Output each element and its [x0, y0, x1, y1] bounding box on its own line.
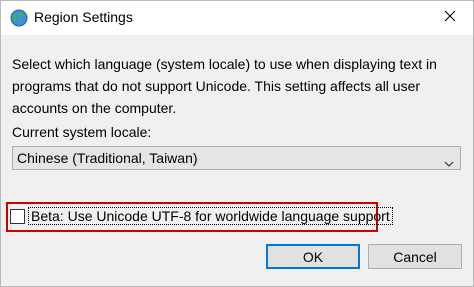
close-button[interactable]: [427, 1, 473, 35]
title-bar: Region Settings: [1, 1, 473, 35]
description-line-2: programs that do not support Unicode. Th…: [12, 78, 421, 94]
cancel-button[interactable]: Cancel: [368, 244, 462, 269]
chevron-down-icon: [444, 155, 454, 167]
close-icon: [444, 9, 456, 27]
system-locale-dropdown[interactable]: Chinese (Traditional, Taiwan): [12, 146, 461, 170]
dialog-body: Select which language (system locale) to…: [1, 35, 473, 286]
dialog-title: Region Settings: [34, 9, 133, 25]
selected-locale: Chinese (Traditional, Taiwan): [17, 150, 198, 166]
description-line-1: Select which language (system locale) to…: [12, 56, 437, 72]
ok-button[interactable]: OK: [266, 244, 360, 269]
utf8-beta-checkbox[interactable]: [10, 209, 25, 224]
utf8-beta-label[interactable]: Beta: Use Unicode UTF-8 for worldwide la…: [28, 207, 393, 225]
description-line-3: accounts on the computer.: [12, 100, 177, 116]
description-text: Select which language (system locale) to…: [12, 53, 462, 119]
current-locale-label: Current system locale:: [12, 124, 152, 140]
globe-icon: [10, 9, 28, 27]
region-settings-dialog: Region Settings Select which language (s…: [0, 0, 474, 287]
